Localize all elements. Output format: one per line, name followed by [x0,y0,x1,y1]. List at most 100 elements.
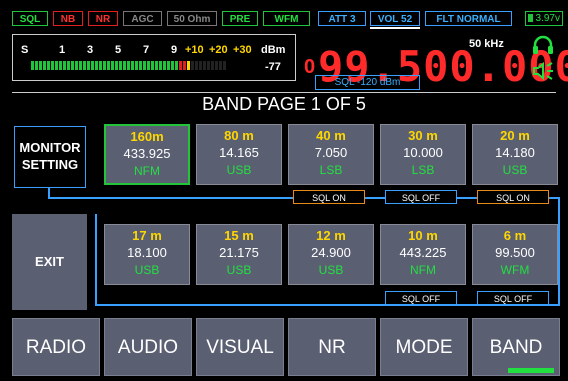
band-40m-button[interactable]: 40 m 7.050 LSB [288,124,374,185]
band-frequency: 18.100 [127,245,167,260]
s-meter-bar [31,61,227,70]
tab-radio[interactable]: RADIO [12,318,100,376]
tab-audio[interactable]: AUDIO [104,318,192,376]
s-meter-segment [123,61,126,70]
wfm-indicator: WFM [263,11,310,26]
tuning-step[interactable]: 50 kHz [469,38,504,50]
s-meter-segment [131,61,134,70]
connector-line [558,197,560,305]
s-meter-segment [211,61,214,70]
s-meter-segment [103,61,106,70]
band-mode: USB [502,163,528,177]
battery-voltage: 3.97v [535,13,560,24]
speaker-icon[interactable] [531,60,555,82]
band-name: 160m [130,129,164,144]
s-meter-segment [219,61,222,70]
band-15m-button[interactable]: 15 m 21.175 USB [196,224,282,285]
band-name: 10 m [408,228,438,243]
s-meter-segment [71,61,74,70]
s-meter-segment [59,61,62,70]
s-meter-segment [47,61,50,70]
sql-toggle-10m[interactable]: SQL OFF [385,291,457,305]
sql-toggle-20m[interactable]: SQL ON [477,190,549,204]
sql-toggle-6m[interactable]: SQL OFF [477,291,549,305]
nr-indicator: NR [88,11,118,26]
band-10m-button[interactable]: 10 m 443.225 NFM [380,224,466,285]
band-name: 30 m [408,128,438,143]
active-tab-indicator [508,368,554,373]
s-meter: S 1 3 5 7 9 +10 +20 +30 dBm -77 [12,34,296,81]
band-mode: NFM [410,263,436,277]
s-meter-segment [187,61,190,70]
squelch-level[interactable]: SQL -120 dBm [315,75,420,90]
s-meter-segment [87,61,90,70]
s-meter-segment [175,61,178,70]
headphones-icon[interactable] [531,33,555,57]
s-meter-segment [67,61,70,70]
s-meter-segment [51,61,54,70]
s-meter-segment [159,61,162,70]
battery-indicator: 3.97v [525,11,563,26]
band-name: 20 m [500,128,530,143]
band-6m-button[interactable]: 6 m 99.500 WFM [472,224,558,285]
s-meter-segment [163,61,166,70]
sql-toggle-40m[interactable]: SQL ON [293,190,365,204]
monitor-setting-button[interactable]: MONITOR SETTING [14,126,86,188]
s-meter-segment [119,61,122,70]
s-meter-segment [139,61,142,70]
filter-indicator: FLT NORMAL [425,11,512,26]
band-frequency: 99.500 [495,245,535,260]
vol-underline [370,27,420,29]
s-meter-segment [95,61,98,70]
band-mode: LSB [411,163,435,177]
tab-nr[interactable]: NR [288,318,376,376]
band-frequency: 14.165 [219,145,259,160]
connector-line [95,214,97,305]
sql-indicator: SQL [12,11,48,26]
s-meter-segment [183,61,186,70]
band-mode: USB [134,263,160,277]
nb-indicator: NB [53,11,83,26]
sql-toggle-30m[interactable]: SQL OFF [385,190,457,204]
band-page-header: BAND PAGE 1 OF 5 [12,92,556,115]
band-mode: USB [226,263,252,277]
s-scale-plus10: +10 [185,44,204,56]
s-meter-segment [155,61,158,70]
page-title: BAND PAGE 1 OF 5 [202,94,366,114]
band-30m-button[interactable]: 30 m 10.000 LSB [380,124,466,185]
s-meter-segment [107,61,110,70]
exit-button[interactable]: EXIT [12,214,87,310]
band-mode: NFM [134,164,160,178]
band-17m-button[interactable]: 17 m 18.100 USB [104,224,190,285]
s-meter-segment [111,61,114,70]
s-meter-segment [167,61,170,70]
band-name: 17 m [132,228,162,243]
band-frequency: 21.175 [219,245,259,260]
band-name: 6 m [503,228,527,243]
s-scale-9: 9 [171,44,178,56]
band-frequency: 7.050 [314,145,348,160]
band-name: 12 m [316,228,346,243]
band-frequency: 14.180 [495,145,535,160]
band-mode: WFM [500,263,530,277]
s-meter-segment [55,61,58,70]
vol-indicator: VOL 52 [370,11,420,26]
band-12m-button[interactable]: 12 m 24.900 USB [288,224,374,285]
s-meter-segment [199,61,202,70]
tab-visual[interactable]: VISUAL [196,318,284,376]
band-20m-button[interactable]: 20 m 14.180 USB [472,124,558,185]
s-meter-segment [147,61,150,70]
s-meter-segment [207,61,210,70]
band-80m-button[interactable]: 80 m 14.165 USB [196,124,282,185]
band-frequency: 433.925 [123,146,171,161]
s-meter-segment [43,61,46,70]
s-meter-segment [171,61,174,70]
impedance-indicator: 50 Ohm [167,11,217,26]
battery-fill [528,14,533,22]
s-meter-segment [143,61,146,70]
s-meter-segment [91,61,94,70]
s-meter-segment [99,61,102,70]
tab-mode[interactable]: MODE [380,318,468,376]
s-meter-segment [115,61,118,70]
band-160m-button[interactable]: 160m 433.925 NFM [104,124,190,185]
